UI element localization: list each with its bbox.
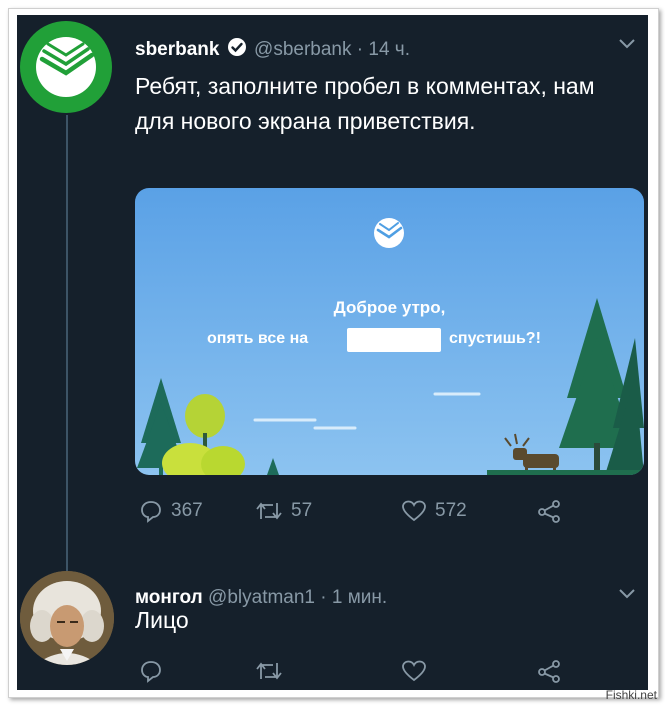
reply-text: Лицо xyxy=(135,607,189,633)
retweet-icon xyxy=(256,662,282,680)
reply-header: монгол @blyatman1 · 1 мин. xyxy=(135,587,387,609)
blank-space xyxy=(347,328,441,352)
share-button[interactable] xyxy=(537,499,563,523)
tweet-text: Ребят, заполните пробел в комментах, нам… xyxy=(135,73,595,134)
handle[interactable]: @sberbank xyxy=(254,39,351,60)
retweet-count: 57 xyxy=(291,500,313,521)
reply-icon xyxy=(141,661,161,683)
retweet-icon xyxy=(256,502,282,520)
display-name[interactable]: монгол xyxy=(135,587,203,608)
heart-icon xyxy=(402,660,426,682)
avatar[interactable] xyxy=(20,21,112,113)
reply-button[interactable] xyxy=(139,659,163,683)
reply-button[interactable]: 367 xyxy=(139,499,203,523)
tweet-image[interactable]: Доброе утро, опять все на спустишь?! xyxy=(135,188,644,475)
card-line-prefix: опять все на xyxy=(207,330,309,347)
reply-avatar-portrait xyxy=(20,571,114,665)
thread-connector-line xyxy=(66,115,68,575)
like-button[interactable] xyxy=(401,659,427,683)
retweet-button[interactable] xyxy=(255,659,283,683)
display-name[interactable]: sberbank xyxy=(135,39,219,60)
heart-icon xyxy=(402,500,426,522)
reply-icon xyxy=(141,501,161,523)
like-count: 572 xyxy=(435,500,467,521)
chevron-down-icon[interactable] xyxy=(617,35,637,56)
avatar[interactable] xyxy=(20,571,114,665)
handle[interactable]: @blyatman1 xyxy=(208,587,315,608)
share-icon xyxy=(538,500,560,523)
twitter-thread: sberbank @sberbank · 14 ч. Ребят, заполн… xyxy=(17,15,648,690)
tweet-header: sberbank @sberbank · 14 ч. xyxy=(135,37,410,61)
share-button[interactable] xyxy=(537,659,563,683)
share-icon xyxy=(538,660,560,683)
watermark: Fishki.net xyxy=(605,688,657,702)
chevron-down-icon[interactable] xyxy=(617,585,637,606)
sberbank-logo-icon xyxy=(36,37,96,97)
reply-count: 367 xyxy=(171,500,203,521)
timestamp[interactable]: · 1 мин. xyxy=(320,587,387,608)
timestamp[interactable]: · 14 ч. xyxy=(357,39,410,60)
retweet-button[interactable]: 57 xyxy=(255,499,312,523)
like-button[interactable]: 572 xyxy=(401,499,467,523)
card-line-suffix: спустишь?! xyxy=(449,330,541,347)
verified-badge-icon xyxy=(227,38,246,56)
card-headline: Доброе утро, xyxy=(333,298,446,317)
